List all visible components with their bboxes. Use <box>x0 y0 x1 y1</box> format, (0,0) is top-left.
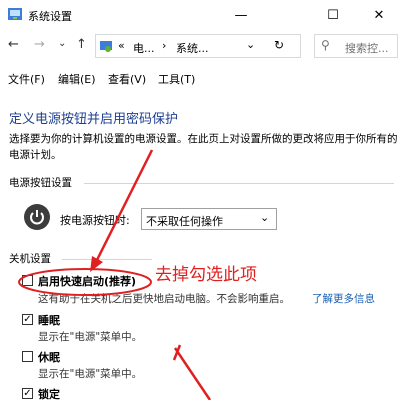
highlight-ellipse <box>18 268 152 296</box>
annotation-overlay <box>18 149 212 400</box>
arrow-line <box>173 347 212 400</box>
annotation-text: 去掉勾选此项 <box>155 265 257 285</box>
arrow-line <box>94 149 154 263</box>
